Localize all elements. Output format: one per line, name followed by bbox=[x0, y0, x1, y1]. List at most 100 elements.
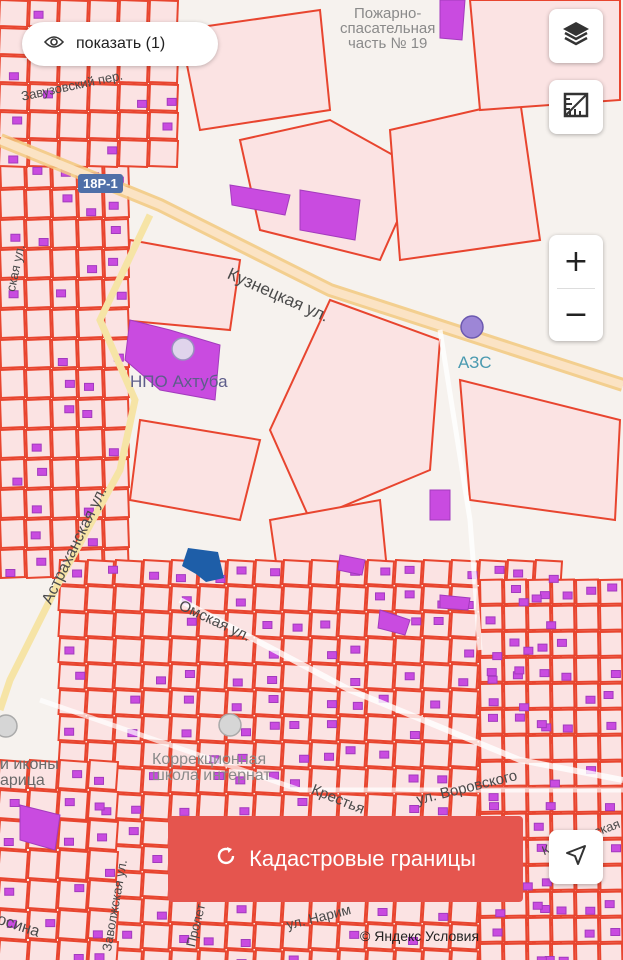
show-results-label: показать (1) bbox=[76, 35, 166, 52]
building bbox=[232, 678, 243, 687]
ruler-icon bbox=[562, 91, 590, 124]
layers-button[interactable] bbox=[549, 9, 603, 63]
building bbox=[86, 208, 97, 217]
building bbox=[562, 591, 573, 600]
building bbox=[545, 802, 556, 811]
building bbox=[181, 729, 192, 738]
locate-button[interactable] bbox=[549, 830, 603, 884]
building bbox=[82, 410, 93, 419]
building bbox=[486, 668, 497, 677]
land-parcel bbox=[394, 948, 424, 960]
building bbox=[122, 930, 133, 939]
ruler-button[interactable] bbox=[549, 80, 603, 134]
icon-label: и иконы арица bbox=[0, 756, 59, 789]
building bbox=[523, 646, 534, 655]
building bbox=[345, 746, 356, 755]
map-credit[interactable]: © Яндекс Условия bbox=[360, 928, 479, 944]
land-parcel bbox=[76, 337, 105, 370]
building bbox=[8, 155, 19, 164]
land-parcel bbox=[85, 610, 116, 639]
cadastral-boundaries-label: Кадастровые границы bbox=[249, 846, 476, 871]
building bbox=[533, 822, 544, 831]
land-parcel bbox=[449, 610, 480, 639]
building bbox=[492, 928, 503, 937]
show-results-button[interactable]: показать (1) bbox=[22, 22, 218, 66]
building bbox=[131, 805, 142, 814]
land-parcel bbox=[337, 714, 368, 743]
land-parcel bbox=[309, 922, 340, 951]
land-parcel bbox=[366, 948, 396, 960]
land-parcel bbox=[598, 942, 623, 960]
building bbox=[8, 72, 19, 81]
building bbox=[350, 677, 361, 686]
land-parcel bbox=[24, 247, 53, 280]
land-parcel bbox=[113, 766, 144, 795]
building bbox=[606, 721, 617, 730]
land-parcel bbox=[85, 662, 116, 691]
land-parcel bbox=[550, 734, 576, 762]
building bbox=[56, 289, 67, 298]
land-parcel bbox=[50, 217, 79, 250]
building bbox=[87, 538, 98, 547]
land-parcel bbox=[254, 948, 284, 960]
building bbox=[379, 750, 390, 759]
building bbox=[494, 565, 505, 574]
building bbox=[546, 621, 557, 630]
zoom-in-button[interactable]: + bbox=[549, 235, 603, 288]
building bbox=[235, 598, 246, 607]
building bbox=[604, 803, 615, 812]
land-parcel bbox=[24, 307, 53, 340]
land-parcel bbox=[226, 948, 256, 960]
land-parcel bbox=[0, 397, 27, 430]
land-parcel bbox=[574, 604, 600, 632]
land-parcel bbox=[87, 110, 120, 141]
cadastral-boundaries-button[interactable]: Кадастровые границы bbox=[168, 816, 523, 902]
land-parcel bbox=[76, 457, 105, 490]
building bbox=[549, 779, 560, 788]
land-parcel bbox=[147, 138, 180, 169]
land-parcel bbox=[337, 610, 368, 639]
building bbox=[562, 724, 573, 733]
land-parcel bbox=[76, 217, 105, 250]
land-parcel bbox=[449, 688, 480, 717]
land-parcel bbox=[24, 337, 53, 370]
building bbox=[548, 574, 559, 583]
building bbox=[430, 700, 441, 709]
building bbox=[320, 620, 331, 629]
land-parcel bbox=[502, 604, 528, 632]
land-parcel bbox=[56, 848, 90, 882]
land-parcel bbox=[24, 187, 53, 220]
land-parcel bbox=[421, 558, 452, 587]
land-parcel bbox=[598, 630, 623, 658]
building bbox=[57, 358, 68, 367]
land-parcel bbox=[502, 942, 528, 960]
building bbox=[184, 669, 195, 678]
azs-poi-icon bbox=[460, 315, 484, 339]
land-parcel bbox=[50, 307, 79, 340]
land-parcel bbox=[113, 636, 144, 665]
building bbox=[72, 569, 83, 578]
land-parcel bbox=[478, 578, 504, 606]
building bbox=[110, 225, 121, 234]
land-parcel bbox=[50, 187, 79, 220]
building bbox=[603, 691, 614, 700]
building bbox=[288, 955, 299, 960]
land-parcel bbox=[281, 558, 312, 587]
building bbox=[31, 505, 42, 514]
land-parcel bbox=[421, 662, 452, 691]
building bbox=[610, 670, 621, 679]
building bbox=[37, 467, 48, 476]
fire-station-label: Пожарно- спасательная часть № 19 bbox=[340, 5, 436, 52]
land-parcel bbox=[310, 948, 340, 960]
building bbox=[166, 97, 177, 106]
land-parcel bbox=[85, 636, 116, 665]
building bbox=[349, 930, 360, 939]
zoom-out-button[interactable]: − bbox=[549, 288, 603, 341]
building bbox=[137, 99, 148, 108]
building bbox=[84, 382, 95, 391]
land-parcel bbox=[113, 662, 144, 691]
building bbox=[437, 775, 448, 784]
building bbox=[30, 531, 41, 540]
land-parcel bbox=[598, 734, 623, 762]
land-parcel bbox=[50, 457, 79, 490]
